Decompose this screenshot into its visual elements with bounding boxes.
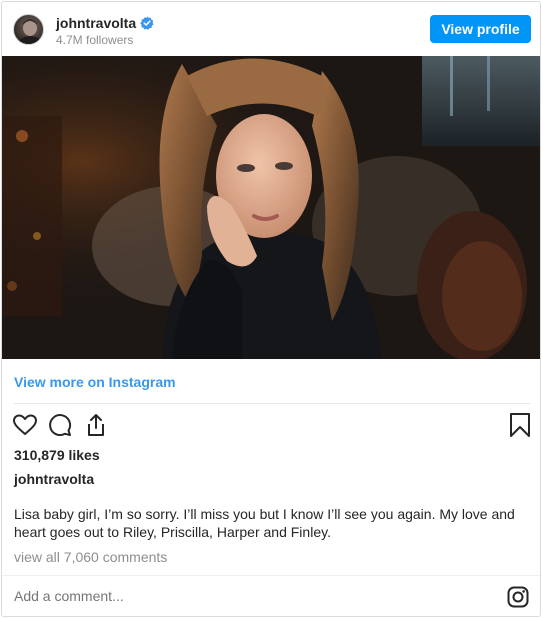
post-caption: Lisa baby girl, I’m so sorry. I’ll miss … — [14, 506, 515, 540]
divider — [14, 403, 530, 404]
comment-icon[interactable] — [47, 412, 73, 438]
view-profile-button[interactable]: View profile — [430, 15, 531, 43]
bookmark-icon[interactable] — [507, 412, 533, 438]
post-photo[interactable] — [2, 56, 540, 359]
avatar[interactable] — [13, 14, 44, 45]
follower-count: 4.7M followers — [56, 33, 134, 47]
comment-input[interactable] — [14, 588, 474, 604]
instagram-embed-card: johntravolta 4.7M followers View profile — [1, 1, 541, 617]
divider — [2, 575, 540, 576]
verified-badge-icon — [140, 16, 154, 30]
username-row: johntravolta — [56, 14, 154, 32]
action-bar — [2, 412, 540, 440]
like-count[interactable]: 310,879 likes — [14, 447, 100, 463]
heart-icon[interactable] — [12, 412, 38, 438]
instagram-icon[interactable] — [507, 586, 529, 608]
post-header: johntravolta 4.7M followers View profile — [2, 2, 540, 56]
view-all-comments-link[interactable]: view all 7,060 comments — [14, 549, 167, 565]
caption-username[interactable]: johntravolta — [14, 471, 94, 487]
share-icon[interactable] — [83, 412, 109, 438]
username[interactable]: johntravolta — [56, 14, 136, 32]
view-more-link[interactable]: View more on Instagram — [14, 374, 176, 390]
